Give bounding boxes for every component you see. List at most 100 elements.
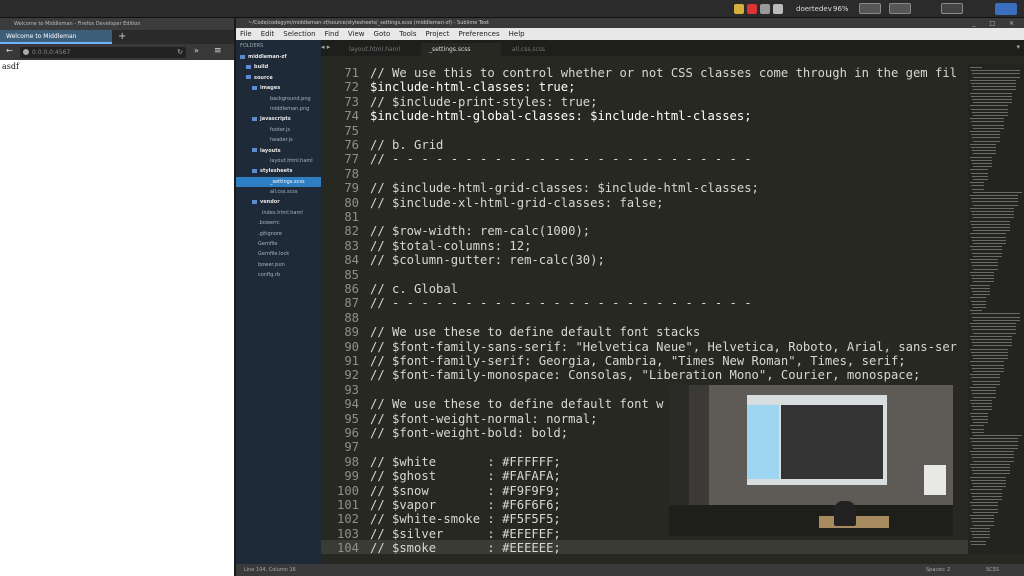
code-line[interactable]: // $smoke : #EEEEEE; [370,541,561,554]
new-tab-icon[interactable]: + [118,30,126,44]
sidebar-file[interactable]: config.rb [236,270,321,280]
sidebar-folder[interactable]: images [236,83,321,93]
code-line[interactable]: // $font-family-sans-serif: "Helvetica N… [370,340,957,354]
mcdonalds-icon[interactable] [747,4,757,14]
status-indentation[interactable]: Spaces: 2 [926,564,950,576]
code-line[interactable]: // $include-print-styles: true; [370,95,597,109]
back-arrow-icon[interactable]: ← [6,46,13,55]
code-line[interactable]: // $include-xl-html-grid-classes: false; [370,196,664,210]
minimap-line [970,143,996,145]
code-line[interactable]: // $column-gutter: rem-calc(30); [370,253,605,267]
sidebar-file[interactable]: _settings.scss [236,176,321,188]
menu-view[interactable]: View [348,30,365,38]
code-line[interactable]: // $ghost : #FAFAFA; [370,469,561,483]
sidebar-file[interactable]: .gitignore [236,229,321,239]
minimap-line [971,147,996,148]
menu-preferences[interactable]: Preferences [458,30,499,38]
line-number: 93 [344,382,359,397]
tab-welcome-to-middleman[interactable]: Welcome to Middleman [0,30,112,44]
reload-icon[interactable]: ↻ [177,47,183,58]
code-line[interactable]: // b. Grid [370,138,443,152]
overflow-chevron-icon[interactable]: » [194,46,199,55]
tab-layout-html-haml[interactable]: layout.html.haml [341,43,419,56]
status-cursor-position: Line 104, Column 16 [244,567,296,573]
tab-all-css-scss[interactable]: all.css.scss [504,43,584,56]
minimap-line [970,67,982,68]
code-line[interactable]: // $font-weight-bold: bold; [370,426,568,440]
folder-icon [246,75,251,80]
sidebar-file[interactable]: index.html.haml [236,208,321,218]
sidebar-folder[interactable]: layouts [236,146,321,156]
code-line[interactable]: // $include-html-grid-classes: $include-… [370,181,759,195]
sidebar-file[interactable]: header.js [236,135,321,145]
menu-help[interactable]: Help [509,30,525,38]
hamburger-menu-icon[interactable]: ≡ [214,46,222,56]
sidebar-file[interactable]: footer.js [236,125,321,135]
sidebar-file[interactable]: layout.html.haml [236,156,321,166]
sidebar-folder[interactable]: vendor [236,197,321,207]
notes-icon[interactable] [734,4,744,14]
code-line[interactable]: $include-html-classes: true; [370,80,575,94]
status-syntax[interactable]: SCSS [986,564,999,576]
code-line[interactable]: // We use these to define default font s… [370,325,700,339]
workspace-2-icon[interactable] [889,3,911,14]
sidebar-folder[interactable]: stylesheets [236,166,321,176]
sidebar-file[interactable]: background.png [236,94,321,104]
url-bar[interactable]: 0.0.0.0:4567 ↻ [20,47,186,58]
code-line[interactable]: // $white-smoke : #F5F5F5; [370,512,561,526]
user-name[interactable]: doertedev [796,2,832,16]
keyboard-icon[interactable] [941,3,963,14]
tray-icons[interactable] [734,2,786,16]
minimap-line [973,383,1000,385]
tab-settings-scss[interactable]: _settings.scss [421,43,501,56]
menu-project[interactable]: Project [426,30,450,38]
menu-find[interactable]: Find [325,30,339,38]
minimap-line [970,207,1014,209]
menu-tools[interactable]: Tools [399,30,416,38]
sidebar-folder[interactable]: middleman-zf [236,52,321,62]
sidebar-file[interactable]: Gemfile.lock [236,249,321,259]
sidebar-folder[interactable]: source [236,73,321,83]
minimap-line [973,102,1012,104]
code-line[interactable]: // $silver : #EFEFEF; [370,527,561,541]
code-line[interactable]: // $total-columns: 12; [370,239,531,253]
minimap-line [970,246,1002,248]
code-line[interactable]: // $vapor : #F6F6F6; [370,498,561,512]
volume-icon[interactable] [773,4,783,14]
sidebar-file[interactable]: Gemfile [236,239,321,249]
code-line[interactable]: // $font-family-serif: Georgia, Cambria,… [370,354,906,368]
power-icon[interactable] [995,3,1017,15]
code-line[interactable]: // $snow : #F9F9F9; [370,484,561,498]
menu-file[interactable]: File [240,30,252,38]
minimap-line [970,361,1004,363]
sidebar-folder[interactable]: build [236,62,321,72]
minimap[interactable] [968,64,1024,554]
projected-browser [747,405,779,479]
code-line[interactable]: // $row-width: rem-calc(1000); [370,224,590,238]
menu-edit[interactable]: Edit [261,30,275,38]
menu-goto[interactable]: Goto [374,30,391,38]
code-line[interactable]: // - - - - - - - - - - - - - - - - - - -… [370,152,752,166]
code-line[interactable]: // - - - - - - - - - - - - - - - - - - -… [370,296,752,310]
code-line[interactable]: // We use these to define default font w [370,397,664,411]
tree-item-label: middleman.png [270,105,310,112]
code-line[interactable]: // $font-weight-normal: normal; [370,412,597,426]
line-number: 76 [344,138,359,152]
sidebar-file[interactable]: .bowerrc [236,218,321,228]
code-line[interactable]: // $white : #FFFFFF; [370,455,561,469]
window-controls[interactable]: _ □ × [972,19,1020,29]
sidebar-file[interactable]: bower.json [236,260,321,270]
tab-scroll-arrows-icon[interactable]: ◂ ▸ [321,43,330,51]
network-icon[interactable] [760,4,770,14]
code-line[interactable]: // $font-family-monospace: Consolas, "Li… [370,368,920,382]
code-line[interactable]: $include-html-global-classes: $include-h… [370,109,752,123]
workspace-1-icon[interactable] [859,3,881,14]
sidebar-file[interactable]: middleman.png [236,104,321,114]
sidebar-file[interactable]: all.css.scss [236,187,321,197]
line-number: 97 [344,440,359,455]
code-line[interactable]: // c. Global [370,282,458,296]
sidebar-folder[interactable]: javascripts [236,114,321,124]
tab-dropdown-icon[interactable]: ▾ [1016,43,1020,51]
code-line[interactable]: // We use this to control whether or not… [370,66,957,80]
menu-selection[interactable]: Selection [283,30,315,38]
